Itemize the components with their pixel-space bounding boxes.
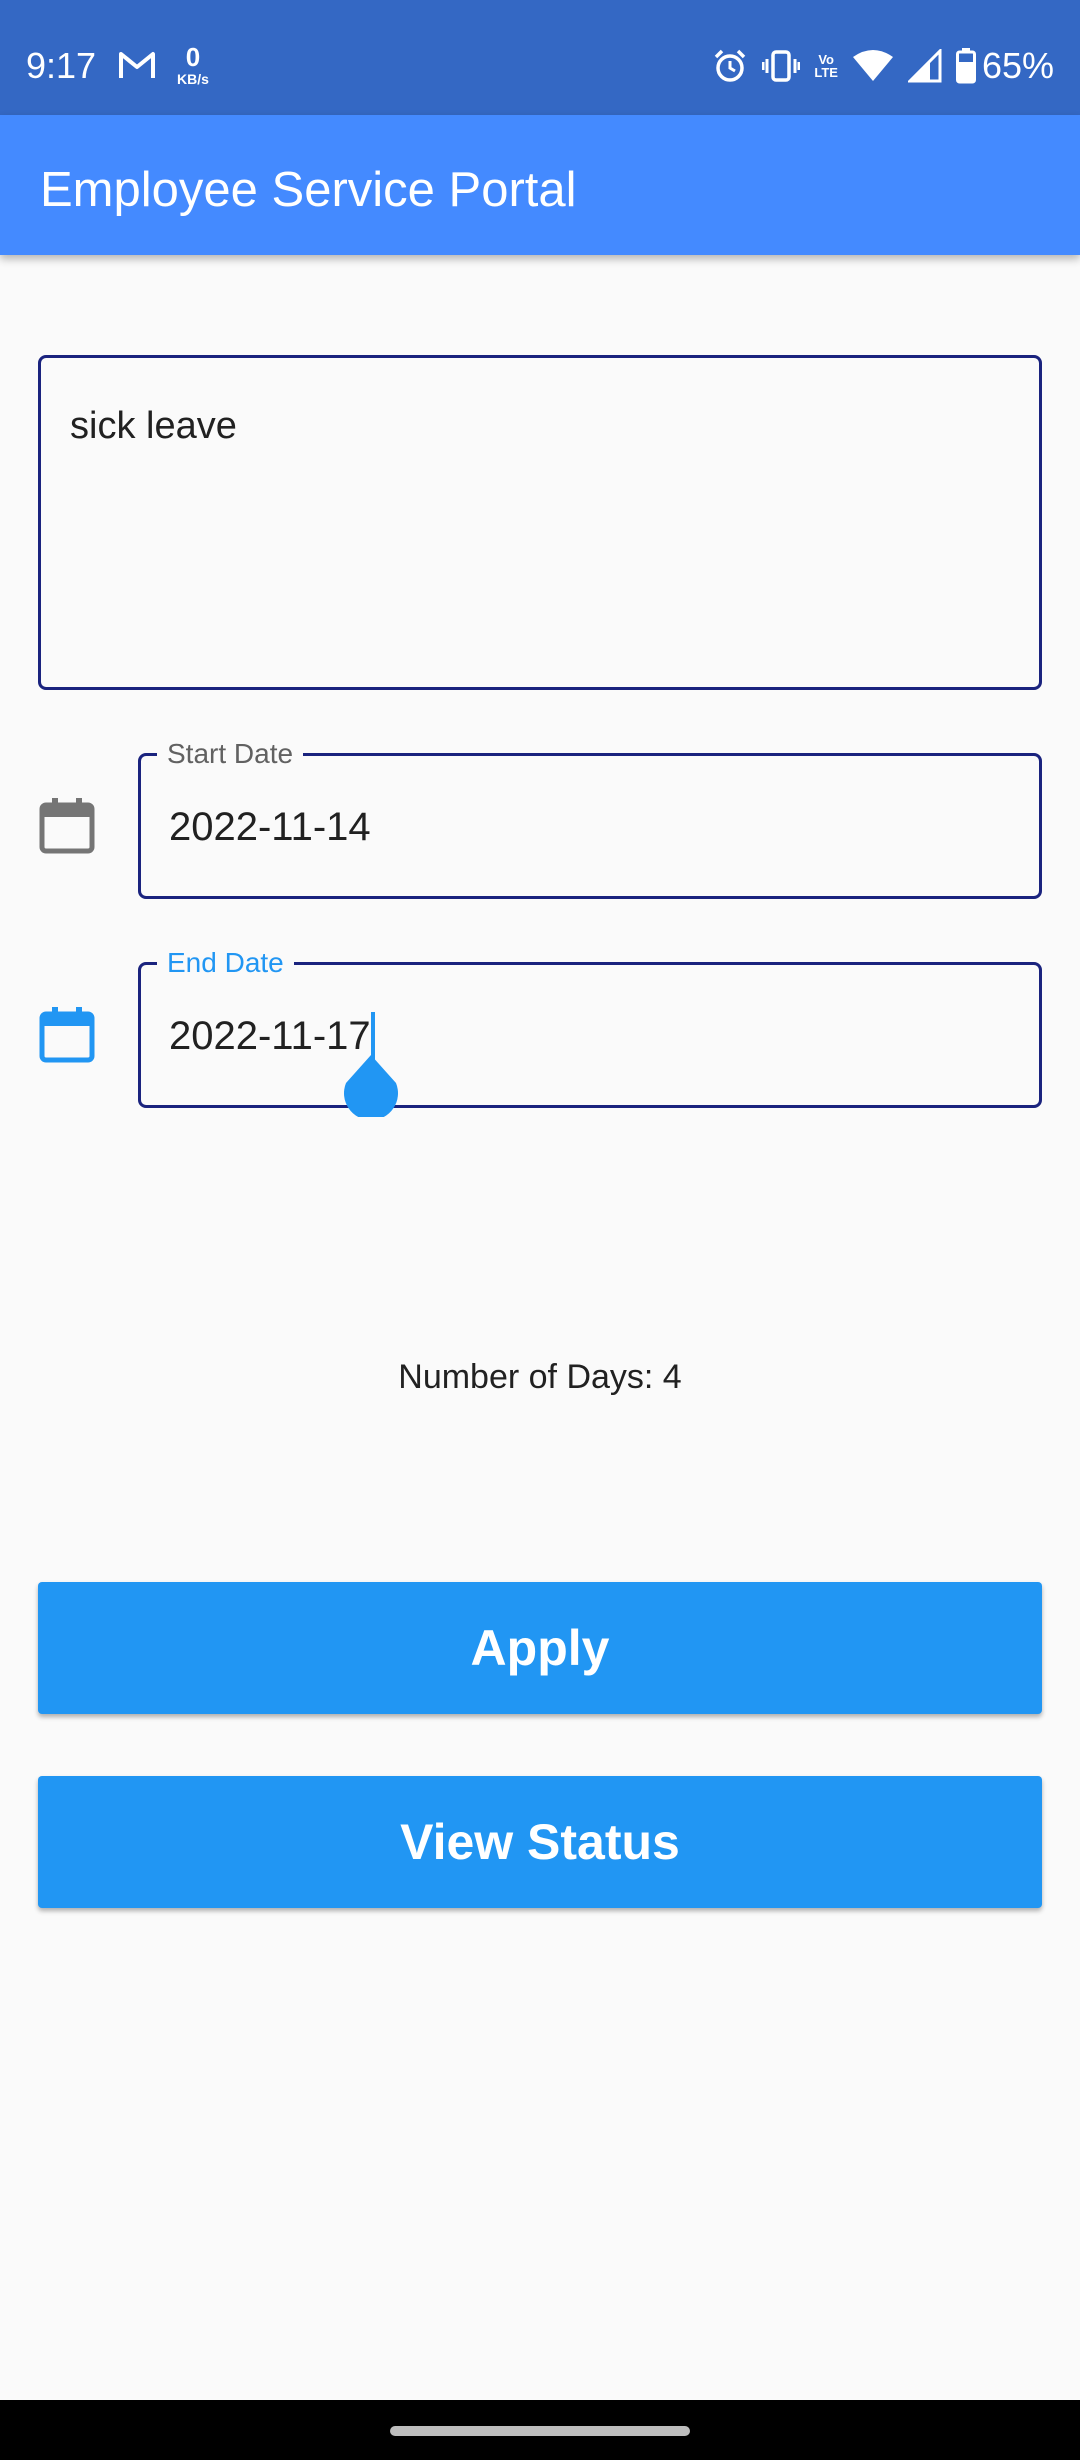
volte-icon: Vo LTE [814, 53, 838, 79]
apply-button[interactable]: Apply [38, 1582, 1042, 1714]
home-gesture-handle[interactable] [390, 2426, 690, 2436]
navigation-bar [0, 2400, 1080, 2460]
alarm-icon [715, 49, 746, 82]
signal-icon [907, 49, 942, 83]
start-date-value: 2022-11-14 [169, 805, 371, 849]
battery-percent: 65% [981, 45, 1054, 86]
volte-text-bottom: LTE [814, 65, 838, 80]
end-date-value: 2022-11-17 [169, 1012, 371, 1060]
end-date-field[interactable]: End Date 2022-11-17 [138, 948, 1042, 1117]
gmail-icon [119, 52, 155, 78]
status-time: 9:17 [26, 45, 97, 86]
calendar-icon[interactable] [38, 797, 96, 855]
wifi-icon [852, 50, 893, 81]
number-of-days: Number of Days: 4 [398, 1358, 682, 1396]
network-speed-value: 0 [185, 42, 201, 72]
calendar-icon[interactable] [38, 1006, 96, 1064]
app-title: Employee Service Portal [40, 163, 577, 217]
vibrate-icon [762, 50, 801, 82]
network-speed-unit: KB/s [177, 71, 209, 87]
view-status-button[interactable]: View Status [38, 1776, 1042, 1908]
end-date-label: End Date [157, 948, 294, 978]
status-bar: 9:17 0 KB/s Vo LTE 65% [0, 0, 1080, 115]
start-date-label: Start Date [157, 739, 304, 769]
reason-textarea[interactable]: sick leave [38, 355, 1042, 690]
start-date-field[interactable]: Start Date 2022-11-14 [138, 739, 1042, 899]
network-speed: 0 KB/s [170, 44, 216, 86]
reason-text: sick leave [70, 405, 237, 447]
battery-icon [955, 48, 976, 84]
cursor-handle[interactable] [342, 1053, 400, 1117]
end-date-text: 2022-11-17 [169, 1014, 371, 1058]
status-icons: Vo LTE 65% [698, 44, 1054, 88]
app-bar: Employee Service Portal [0, 115, 1080, 255]
